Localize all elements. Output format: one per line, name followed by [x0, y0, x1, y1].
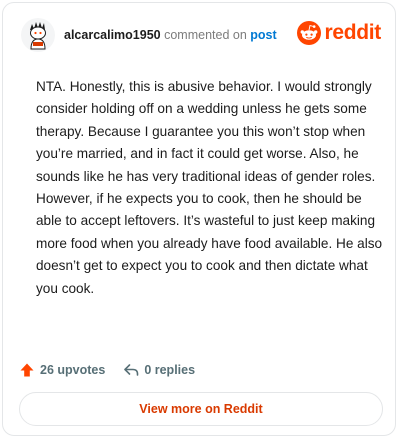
upvote-button[interactable]: 26 upvotes	[19, 362, 105, 378]
reply-count: 0 replies	[144, 363, 196, 377]
reddit-wordmark: reddit	[324, 21, 381, 44]
commented-on-label: commented on	[164, 28, 247, 42]
replies-button[interactable]: 0 replies	[123, 362, 195, 378]
view-more-button[interactable]: View more on Reddit	[19, 392, 383, 426]
comment-footer: 26 upvotes 0 replies	[19, 359, 195, 381]
reddit-logo-icon	[297, 21, 322, 45]
upvote-arrow-icon	[20, 363, 34, 377]
comment-body: NTA. Honestly, this is abusive behavior.…	[36, 79, 383, 296]
embed-card: alcarcalimo1950 commented on post reddit…	[2, 2, 396, 436]
view-more-label: View more on Reddit	[139, 402, 263, 416]
post-link[interactable]: post	[250, 28, 276, 42]
username[interactable]: alcarcalimo1950	[64, 28, 161, 42]
reddit-logo[interactable]: reddit	[297, 21, 381, 45]
comment-meta: alcarcalimo1950 commented on post	[64, 28, 277, 42]
reply-arrow-icon	[124, 364, 139, 376]
upvote-count: 26 upvotes	[40, 363, 106, 377]
avatar[interactable]	[21, 18, 55, 52]
